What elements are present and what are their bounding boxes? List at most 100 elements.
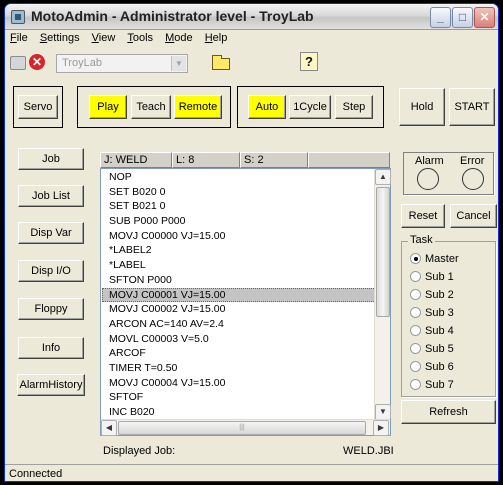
horizontal-scroll-thumb[interactable]: ||| (118, 421, 366, 435)
mode-group: Play Teach Remote (77, 86, 231, 128)
task-option-label: Sub 4 (425, 325, 454, 337)
cycle-group: Auto 1Cycle Step (237, 86, 384, 128)
job-line[interactable]: *LABEL (102, 258, 376, 273)
task-option-label: Sub 7 (425, 379, 454, 391)
connect-icon[interactable] (10, 56, 26, 70)
status-bar: Connected (5, 464, 498, 481)
reset-button[interactable]: Reset (401, 204, 445, 228)
job-button[interactable]: Job (18, 148, 84, 170)
task-option-sub-6[interactable]: Sub 6 (410, 360, 454, 374)
robot-select[interactable]: TroyLab ▼ (56, 54, 188, 73)
radio-icon[interactable] (410, 361, 421, 372)
task-option-sub-2[interactable]: Sub 2 (410, 288, 454, 302)
radio-icon[interactable] (410, 289, 421, 300)
disp-var-button[interactable]: Disp Var (18, 222, 84, 244)
job-line[interactable]: MOVJ C00000 VJ=15.00 (102, 229, 376, 244)
cancel-button[interactable]: Cancel (450, 204, 497, 228)
job-line[interactable]: SFTON P000 (102, 273, 376, 288)
radio-icon[interactable] (410, 271, 421, 282)
task-option-sub-7[interactable]: Sub 7 (410, 378, 454, 392)
window-title: MotoAdmin - Administrator level - TroyLa… (31, 8, 314, 24)
help-icon[interactable]: ? (300, 52, 318, 71)
job-line[interactable]: ARCOF (102, 346, 376, 361)
job-header: J: WELD L: 8 S: 2 (100, 152, 390, 168)
radio-icon[interactable] (410, 343, 421, 354)
job-line[interactable]: SFTOF (102, 390, 376, 405)
scroll-down-icon[interactable]: ▼ (375, 404, 391, 420)
hold-button[interactable]: Hold (399, 88, 445, 126)
job-line[interactable]: TIMER T=0.50 (102, 361, 376, 376)
job-listbox[interactable]: NOP SET B020 0 SET B021 0 SUB P000 P000 MOVJ… (100, 168, 391, 436)
menu-file[interactable]: File (10, 30, 28, 46)
chevron-down-icon[interactable]: ▼ (171, 56, 186, 71)
menu-view[interactable]: View (92, 30, 116, 46)
start-button[interactable]: START (449, 88, 495, 126)
task-option-sub-3[interactable]: Sub 3 (410, 306, 454, 320)
scroll-left-icon[interactable]: ◀ (101, 420, 117, 436)
robot-select-value: TroyLab (62, 57, 102, 69)
vertical-scroll-thumb[interactable] (376, 187, 390, 317)
error-label: Error (460, 155, 485, 167)
stop-icon[interactable]: ✕ (29, 54, 45, 70)
job-line[interactable]: MOVJ C00004 VJ=15.00 (102, 376, 376, 391)
task-legend: Task (408, 234, 435, 246)
radio-icon[interactable] (410, 379, 421, 390)
job-name-cell: J: WELD (100, 152, 172, 168)
folder-icon[interactable] (212, 55, 230, 70)
floppy-button[interactable]: Floppy (18, 298, 84, 320)
remote-button[interactable]: Remote (174, 95, 222, 119)
scroll-up-icon[interactable]: ▲ (375, 169, 391, 185)
job-lines: NOP SET B020 0 SET B021 0 SUB P000 P000 MOVJ… (102, 170, 376, 434)
job-line[interactable]: ARCON AC=140 AV=2.4 (102, 317, 376, 332)
disp-io-button[interactable]: Disp I/O (18, 260, 84, 282)
menu-tools[interactable]: Tools (127, 30, 153, 46)
task-option-sub-1[interactable]: Sub 1 (410, 270, 454, 284)
menu-mode[interactable]: Mode (165, 30, 193, 46)
job-line[interactable]: MOVL C00003 V=5.0 (102, 332, 376, 347)
menu-bar: File Settings View Tools Mode Help (5, 30, 498, 46)
servo-button[interactable]: Servo (18, 95, 58, 119)
minimize-button[interactable]: _ (430, 7, 451, 28)
vertical-scrollbar[interactable]: ▲ ▼ (374, 169, 391, 420)
menu-settings[interactable]: Settings (40, 30, 80, 46)
radio-icon[interactable] (410, 325, 421, 336)
displayed-job-value: WELD.JBI (343, 445, 394, 457)
task-option-label: Sub 1 (425, 271, 454, 283)
refresh-button[interactable]: Refresh (401, 400, 496, 424)
info-button[interactable]: Info (18, 337, 84, 359)
line-cell: L: 8 (172, 152, 240, 168)
app-icon (11, 10, 25, 24)
play-button[interactable]: Play (89, 95, 127, 119)
teach-button[interactable]: Teach (131, 95, 171, 119)
scroll-right-icon[interactable]: ▶ (373, 420, 389, 436)
toolbar: ✕ TroyLab ▼ ? (5, 48, 498, 76)
task-option-label: Sub 5 (425, 343, 454, 355)
step-button[interactable]: Step (335, 95, 373, 119)
horizontal-scrollbar[interactable]: ◀ ||| ▶ (101, 419, 390, 436)
menu-help[interactable]: Help (205, 30, 228, 46)
task-option-label: Sub 2 (425, 289, 454, 301)
close-button[interactable]: ✕ (474, 7, 495, 28)
job-line[interactable]: SUB P000 P000 (102, 214, 376, 229)
job-line[interactable]: MOVJ C00002 VJ=15.00 (102, 302, 376, 317)
job-line[interactable]: SET B021 0 (102, 199, 376, 214)
job-line[interactable]: SET B020 0 (102, 185, 376, 200)
maximize-button[interactable]: □ (452, 7, 473, 28)
task-option-sub-4[interactable]: Sub 4 (410, 324, 454, 338)
alarm-lamp-icon (417, 168, 439, 190)
auto-button[interactable]: Auto (248, 95, 286, 119)
radio-icon[interactable] (410, 253, 421, 264)
job-line[interactable]: INC B020 (102, 405, 376, 420)
task-option-sub-5[interactable]: Sub 5 (410, 342, 454, 356)
job-line[interactable]: NOP (102, 170, 376, 185)
indicator-panel: Alarm Error (403, 152, 494, 195)
task-option-label: Master (425, 253, 459, 265)
job-line[interactable]: MOVJ C00001 VJ=15.00 (102, 287, 376, 303)
radio-icon[interactable] (410, 307, 421, 318)
alarm-history-button[interactable]: AlarmHistory (17, 374, 85, 396)
servo-group: Servo (13, 86, 63, 128)
job-line[interactable]: *LABEL2 (102, 243, 376, 258)
one-cycle-button[interactable]: 1Cycle (289, 95, 331, 119)
task-option-master[interactable]: Master (410, 252, 459, 266)
job-list-button[interactable]: Job List (18, 185, 84, 207)
